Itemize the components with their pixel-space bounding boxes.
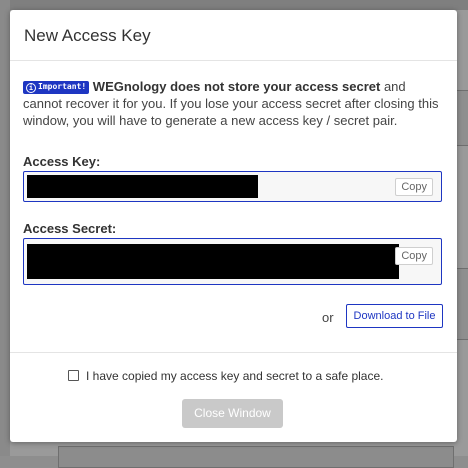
- important-badge-label: Important!: [38, 82, 87, 91]
- modal-title: New Access Key: [24, 26, 151, 45]
- notice-bold-text: WEGnology does not store your access sec…: [92, 79, 381, 94]
- background-input: [58, 446, 454, 468]
- access-key-label: Access Key:: [23, 154, 101, 169]
- new-access-key-modal: New Access Key i Important! WEGnology doe…: [10, 10, 457, 442]
- close-window-button[interactable]: Close Window: [182, 399, 283, 428]
- copy-access-secret-button[interactable]: Copy: [395, 247, 433, 265]
- access-key-value-redacted: [27, 175, 258, 198]
- background-sidebar: [0, 0, 10, 456]
- access-secret-value-redacted: [27, 244, 399, 279]
- copied-confirmation-label[interactable]: I have copied my access key and secret t…: [86, 369, 384, 383]
- access-secret-field[interactable]: Copy: [23, 238, 442, 285]
- important-badge: i Important!: [23, 81, 90, 94]
- copy-access-key-button[interactable]: Copy: [395, 178, 433, 196]
- info-icon: i: [26, 83, 36, 93]
- access-key-field[interactable]: Copy: [23, 171, 442, 202]
- copied-confirmation-checkbox[interactable]: [68, 370, 79, 381]
- modal-header: New Access Key: [10, 10, 457, 61]
- important-notice: i Important! WEGnology does not store you…: [23, 78, 440, 129]
- modal-footer: I have copied my access key and secret t…: [10, 352, 457, 443]
- or-text: or: [322, 310, 334, 325]
- download-to-file-button[interactable]: Download to File: [346, 304, 443, 328]
- background-header: [0, 0, 468, 10]
- access-secret-label: Access Secret:: [23, 221, 117, 236]
